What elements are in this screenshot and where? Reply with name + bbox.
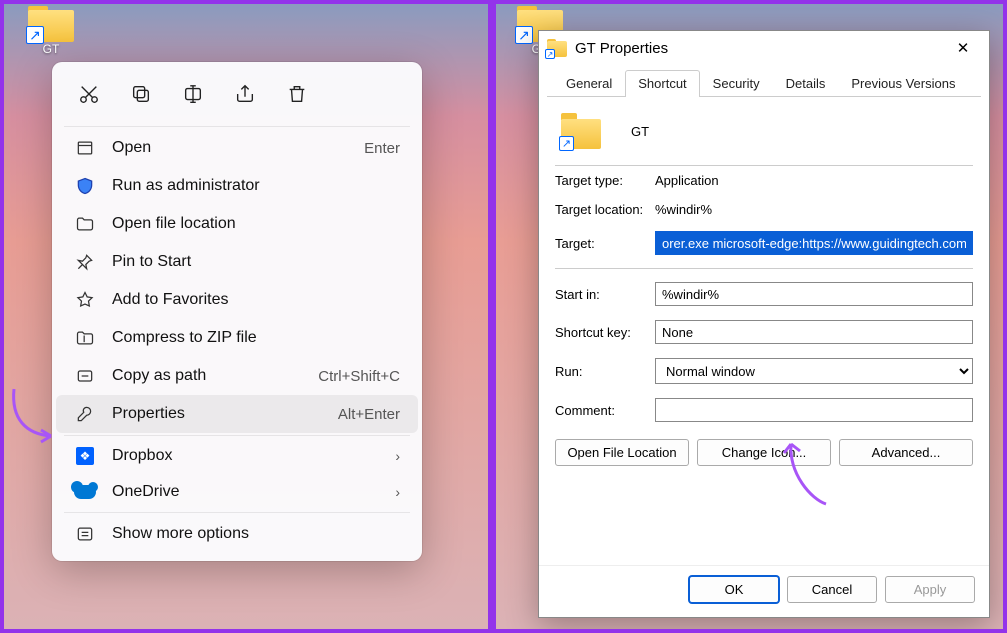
- menu-dropbox[interactable]: ❖ Dropbox ›: [56, 438, 418, 474]
- label-comment: Comment:: [555, 403, 655, 418]
- ok-button[interactable]: OK: [689, 576, 779, 603]
- tabs: General Shortcut Security Details Previo…: [547, 69, 981, 97]
- menu-compress-zip-label: Compress to ZIP file: [112, 329, 400, 347]
- menu-open-label: Open: [112, 139, 364, 157]
- cut-icon[interactable]: [66, 74, 112, 114]
- title-bar: ↗ GT Properties ✕: [539, 31, 989, 65]
- label-shortcut-key: Shortcut key:: [555, 325, 655, 340]
- menu-properties[interactable]: Properties Alt+Enter: [56, 395, 418, 433]
- context-menu: Open Enter Run as administrator Open fil…: [52, 62, 422, 561]
- delete-icon[interactable]: [274, 74, 320, 114]
- value-target-location: %windir%: [655, 202, 973, 217]
- comment-input[interactable]: [655, 398, 973, 422]
- copy-icon[interactable]: [118, 74, 164, 114]
- menu-add-favorites-label: Add to Favorites: [112, 291, 400, 309]
- menu-onedrive-label: OneDrive: [112, 483, 395, 501]
- tab-previous-versions[interactable]: Previous Versions: [838, 70, 968, 97]
- menu-open-location[interactable]: Open file location: [56, 205, 418, 243]
- tab-general[interactable]: General: [553, 70, 625, 97]
- run-select[interactable]: Normal window: [655, 358, 973, 384]
- tab-shortcut[interactable]: Shortcut: [625, 70, 699, 97]
- shortcut-key-input[interactable]: [655, 320, 973, 344]
- more-icon: [72, 524, 98, 544]
- desktop-shortcut-label: GT: [19, 42, 83, 56]
- menu-copy-path-accel: Ctrl+Shift+C: [318, 368, 400, 385]
- cancel-button[interactable]: Cancel: [787, 576, 877, 603]
- properties-body: ↗ GT Target type: Application Target loc…: [539, 97, 989, 565]
- shield-icon: [72, 176, 98, 196]
- menu-dropbox-label: Dropbox: [112, 447, 395, 465]
- apply-button[interactable]: Apply: [885, 576, 975, 603]
- right-screenshot: ↗ GT ↗ GT Properties ✕ General Shortcut …: [492, 0, 1007, 633]
- onedrive-icon: [72, 485, 98, 499]
- tab-security[interactable]: Security: [700, 70, 773, 97]
- menu-compress-zip[interactable]: Compress to ZIP file: [56, 319, 418, 357]
- label-run: Run:: [555, 364, 655, 379]
- label-target: Target:: [555, 236, 655, 251]
- menu-open-location-label: Open file location: [112, 215, 400, 233]
- open-icon: [72, 138, 98, 158]
- menu-copy-path-label: Copy as path: [112, 367, 318, 385]
- dropbox-icon: ❖: [72, 447, 98, 465]
- menu-show-more-label: Show more options: [112, 525, 400, 543]
- properties-icon: [72, 404, 98, 424]
- label-target-type: Target type:: [555, 173, 655, 188]
- folder-shortcut-icon: ↗: [561, 113, 601, 149]
- chevron-right-icon: ›: [395, 484, 400, 500]
- pin-icon: [72, 252, 98, 272]
- menu-properties-label: Properties: [112, 405, 338, 423]
- desktop-shortcut[interactable]: ↗ GT: [19, 4, 83, 56]
- window-title: GT Properties: [575, 40, 943, 57]
- path-icon: [72, 366, 98, 386]
- menu-open-accel: Enter: [364, 140, 400, 157]
- star-icon: [72, 290, 98, 310]
- label-start-in: Start in:: [555, 287, 655, 302]
- menu-open[interactable]: Open Enter: [56, 129, 418, 167]
- folder-icon: [72, 214, 98, 234]
- context-menu-toolbar: [56, 68, 418, 124]
- properties-dialog: ↗ GT Properties ✕ General Shortcut Secur…: [538, 30, 990, 618]
- menu-pin-start[interactable]: Pin to Start: [56, 243, 418, 281]
- folder-shortcut-icon: ↗: [547, 39, 567, 57]
- menu-properties-accel: Alt+Enter: [338, 406, 400, 423]
- value-target-type: Application: [655, 173, 973, 188]
- menu-run-admin-label: Run as administrator: [112, 177, 400, 195]
- tab-details[interactable]: Details: [773, 70, 839, 97]
- start-in-input[interactable]: [655, 282, 973, 306]
- menu-onedrive[interactable]: OneDrive ›: [56, 474, 418, 510]
- rename-icon[interactable]: [170, 74, 216, 114]
- menu-run-admin[interactable]: Run as administrator: [56, 167, 418, 205]
- open-file-location-button[interactable]: Open File Location: [555, 439, 689, 466]
- change-icon-button[interactable]: Change Icon...: [697, 439, 831, 466]
- menu-add-favorites[interactable]: Add to Favorites: [56, 281, 418, 319]
- folder-shortcut-icon: ↗: [28, 6, 74, 42]
- close-button[interactable]: ✕: [943, 34, 983, 62]
- label-target-location: Target location:: [555, 202, 655, 217]
- chevron-right-icon: ›: [395, 448, 400, 464]
- share-icon[interactable]: [222, 74, 268, 114]
- zip-icon: [72, 328, 98, 348]
- dialog-buttons: OK Cancel Apply: [539, 565, 989, 617]
- menu-pin-start-label: Pin to Start: [112, 253, 400, 271]
- target-input[interactable]: [655, 231, 973, 255]
- menu-show-more[interactable]: Show more options: [56, 515, 418, 553]
- menu-copy-path[interactable]: Copy as path Ctrl+Shift+C: [56, 357, 418, 395]
- left-screenshot: ↗ GT Open Enter Run as administrator Ope…: [0, 0, 492, 633]
- shortcut-name: GT: [631, 124, 649, 139]
- advanced-button[interactable]: Advanced...: [839, 439, 973, 466]
